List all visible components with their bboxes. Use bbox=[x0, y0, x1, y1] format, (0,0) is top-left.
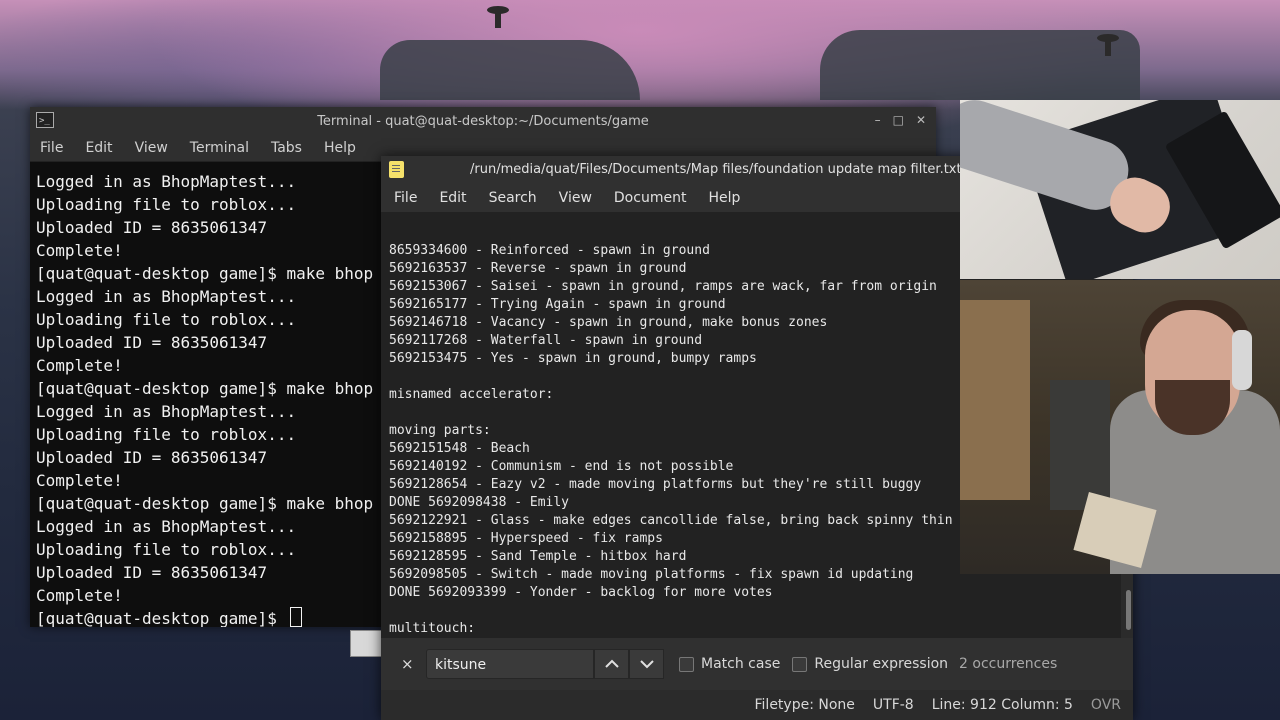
minimize-icon[interactable]: – bbox=[875, 113, 881, 127]
chevron-up-icon bbox=[604, 659, 619, 668]
maximize-icon[interactable]: □ bbox=[893, 113, 904, 127]
chevron-down-icon bbox=[639, 660, 654, 669]
menu-edit[interactable]: Edit bbox=[439, 190, 466, 206]
editor-line: multitouch: bbox=[389, 621, 476, 636]
dock-thumbnail[interactable] bbox=[350, 630, 382, 657]
match-case-checkbox[interactable] bbox=[679, 656, 694, 672]
menu-search[interactable]: Search bbox=[489, 190, 537, 206]
text-cursor bbox=[290, 607, 303, 627]
overwrite-mode-status[interactable]: OVR bbox=[1091, 697, 1121, 713]
menu-help[interactable]: Help bbox=[708, 190, 740, 206]
terminal-title: Terminal - quat@quat-desktop:~/Documents… bbox=[317, 113, 649, 129]
status-bar: Filetype: None UTF-8 Line: 912 Column: 5… bbox=[381, 690, 1133, 720]
scrollbar[interactable] bbox=[1126, 590, 1131, 630]
wallpaper-cliff bbox=[380, 40, 640, 100]
menu-help[interactable]: Help bbox=[324, 140, 356, 156]
headphones bbox=[1232, 330, 1252, 390]
menu-edit[interactable]: Edit bbox=[85, 140, 112, 156]
menu-view[interactable]: View bbox=[559, 190, 592, 206]
find-next-button[interactable] bbox=[629, 649, 664, 679]
regex-label: Regular expression bbox=[814, 656, 949, 672]
shelf bbox=[1050, 380, 1110, 510]
close-find-icon[interactable]: × bbox=[401, 655, 421, 673]
wallpaper-cliff bbox=[820, 30, 1140, 100]
window-controls: – □ ✕ bbox=[875, 113, 926, 127]
notepad-icon bbox=[389, 161, 404, 178]
terminal-icon: >_ bbox=[36, 112, 54, 128]
filetype-status[interactable]: Filetype: None bbox=[755, 697, 855, 713]
menu-document[interactable]: Document bbox=[614, 190, 687, 206]
terminal-titlebar[interactable]: >_ Terminal - quat@quat-desktop:~/Docume… bbox=[30, 107, 936, 135]
menu-file[interactable]: File bbox=[40, 140, 63, 156]
cursor-position-status[interactable]: Line: 912 Column: 5 bbox=[932, 697, 1073, 713]
find-bar: × kitsune Match case Regular expression … bbox=[381, 638, 1133, 690]
terminal-prompt: [quat@quat-desktop game]$ bbox=[36, 609, 287, 627]
menu-tabs[interactable]: Tabs bbox=[271, 140, 302, 156]
cardboard-box bbox=[960, 300, 1030, 500]
wallpaper-tree bbox=[487, 6, 509, 28]
editor-line: DONE 5692093399 - Yonder - backlog for m… bbox=[389, 585, 773, 600]
regex-checkbox[interactable] bbox=[792, 656, 808, 672]
match-case-label: Match case bbox=[701, 656, 781, 672]
menu-terminal[interactable]: Terminal bbox=[190, 140, 249, 156]
find-previous-button[interactable] bbox=[594, 649, 629, 679]
menu-file[interactable]: File bbox=[394, 190, 417, 206]
desk-camera-feed bbox=[960, 100, 1280, 279]
encoding-status[interactable]: UTF-8 bbox=[873, 697, 914, 713]
menu-view[interactable]: View bbox=[135, 140, 168, 156]
search-input[interactable]: kitsune bbox=[426, 649, 594, 679]
face-camera-feed bbox=[960, 280, 1280, 574]
editor-title: /run/media/quat/Files/Documents/Map file… bbox=[470, 162, 994, 177]
close-icon[interactable]: ✕ bbox=[916, 113, 926, 127]
occurrence-count: 2 occurrences bbox=[959, 656, 1058, 672]
wallpaper-tree bbox=[1097, 34, 1119, 56]
